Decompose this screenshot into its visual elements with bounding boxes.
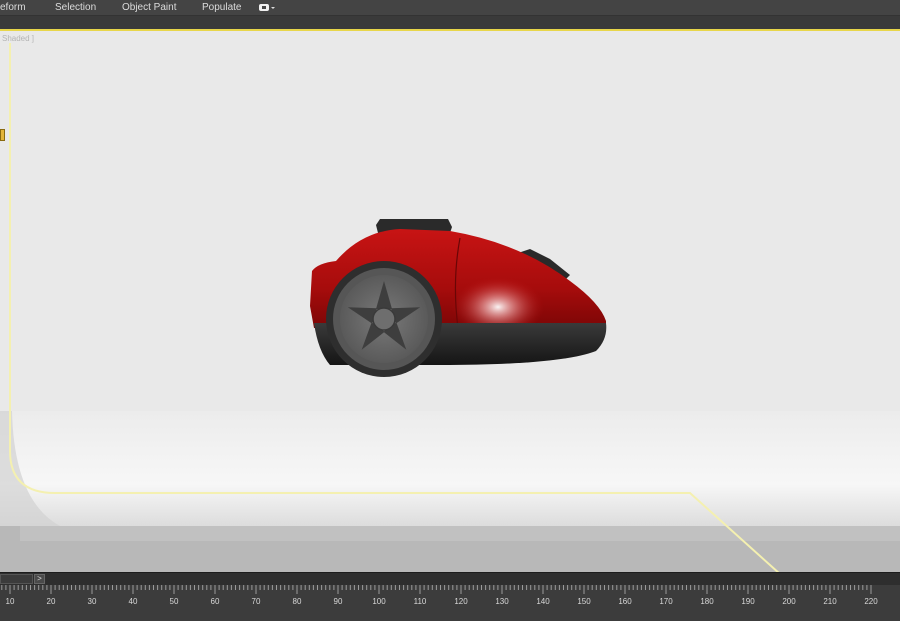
perspective-viewport[interactable]: Shaded ]: [0, 29, 900, 572]
ruler-label: 30: [88, 597, 97, 606]
ruler-label: 170: [659, 597, 673, 606]
menu-freeform[interactable]: eform: [0, 2, 26, 13]
time-slider-bar[interactable]: >: [0, 572, 900, 586]
ruler-label: 160: [618, 597, 632, 606]
track-bar-ruler: 10 20 30 40 50 60 70 80 90 100 110 120 130 140 150 160 1…: [1, 585, 878, 606]
ruler-label: 60: [211, 597, 220, 606]
ruler-label: 180: [700, 597, 714, 606]
menu-selection[interactable]: Selection: [55, 2, 96, 13]
visibility-toggle-icon[interactable]: [258, 3, 278, 12]
ruler-label: 90: [334, 597, 343, 606]
viewport-shading-label[interactable]: Shaded ]: [2, 34, 34, 43]
ruler-label: 210: [823, 597, 837, 606]
viewport-side-tab[interactable]: [0, 129, 5, 141]
menu-populate[interactable]: Populate: [202, 2, 241, 13]
ruler-label: 150: [577, 597, 591, 606]
track-bar[interactable]: 10 20 30 40 50 60 70 80 90 100 110 120 130 140 150 160 1…: [0, 585, 900, 621]
menu-bar: eform Selection Object Paint Populate: [0, 0, 900, 16]
ruler-label: 130: [495, 597, 509, 606]
toolbar-strip: [0, 16, 900, 29]
ruler-label: 190: [741, 597, 755, 606]
scene-render: [0, 31, 900, 572]
next-frame-button[interactable]: >: [34, 574, 45, 584]
ruler-label: 70: [252, 597, 261, 606]
ruler-label: 120: [454, 597, 468, 606]
ruler-label: 220: [864, 597, 878, 606]
ruler-label: 200: [782, 597, 796, 606]
ruler-label: 50: [170, 597, 179, 606]
ruler-label: 20: [47, 597, 56, 606]
ruler-label: 140: [536, 597, 550, 606]
menu-object-paint[interactable]: Object Paint: [122, 2, 176, 13]
ruler-label: 100: [372, 597, 386, 606]
ruler-label: 80: [293, 597, 302, 606]
time-slider-handle[interactable]: [0, 574, 33, 584]
ruler-label: 110: [414, 597, 427, 606]
ruler-label: 40: [129, 597, 138, 606]
ruler-label: 10: [6, 597, 15, 606]
